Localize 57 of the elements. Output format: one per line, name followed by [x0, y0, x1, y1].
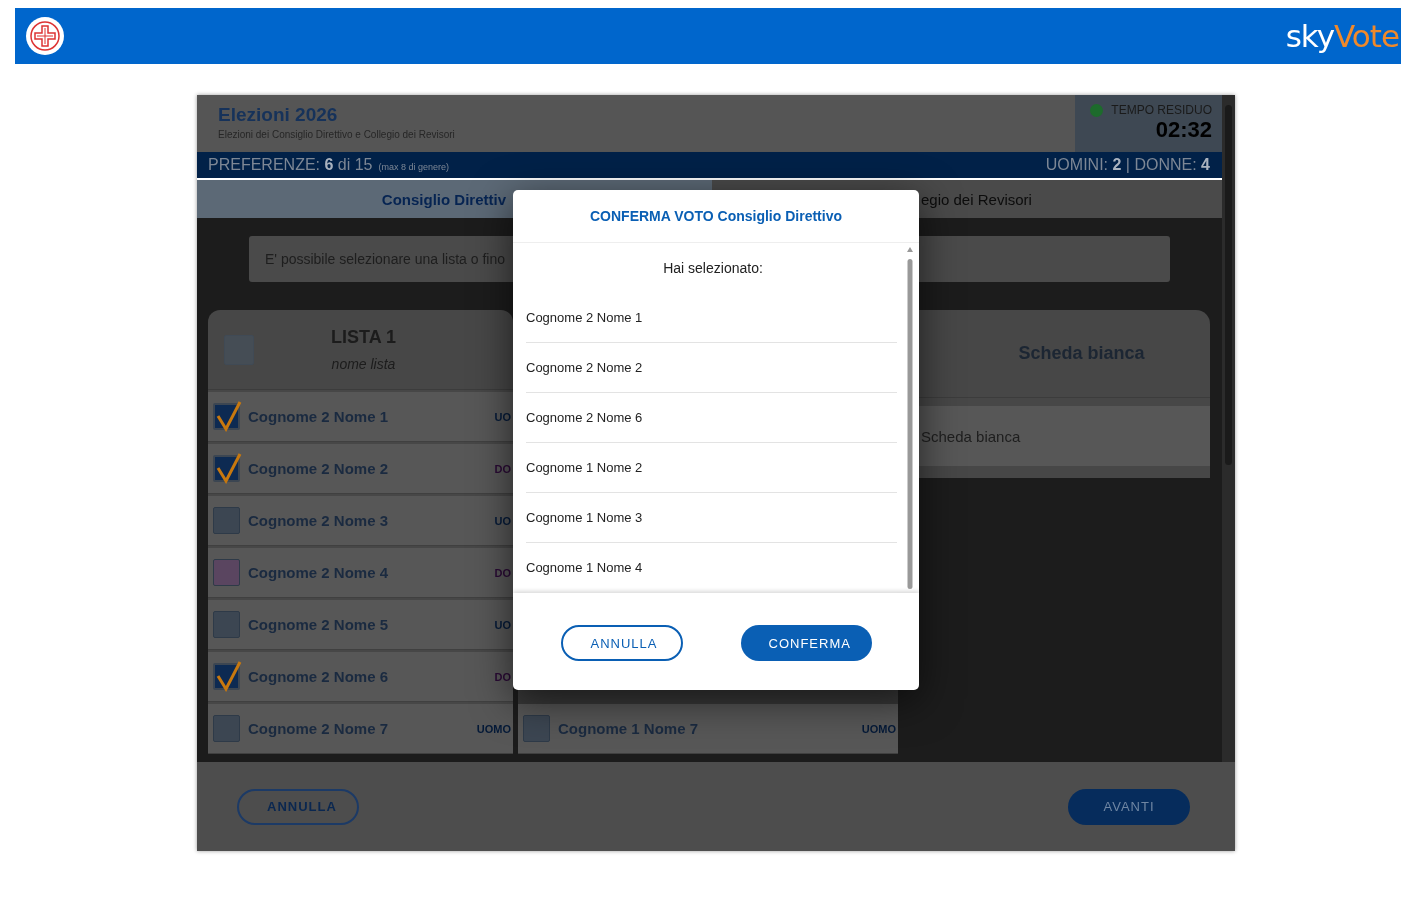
gender-label: UOMO	[861, 722, 896, 735]
emblem-icon	[25, 16, 65, 56]
candidate-row[interactable]: Cognome 2 Nome 5 UO	[208, 600, 513, 650]
candidate-row[interactable]: Cognome 2 Nome 4 DO	[208, 548, 513, 598]
gender-label: DO	[494, 670, 511, 683]
selected-candidate: Cognome 1 Nome 3	[526, 493, 897, 543]
candidate-row[interactable]: Cognome 2 Nome 1 UO	[208, 392, 513, 442]
gender-label: UO	[494, 514, 511, 527]
candidate-row[interactable]: Cognome 1 Nome 7 UOMO	[518, 704, 898, 754]
check-icon	[215, 452, 242, 484]
dialog-title: CONFERMA VOTO Consiglio Direttivo	[513, 190, 919, 243]
candidate-row[interactable]: Cognome 2 Nome 6 DO	[208, 652, 513, 702]
candidate-name: Cognome 2 Nome 5	[248, 616, 390, 633]
check-icon	[215, 400, 242, 432]
candidate-name: Cognome 2 Nome 3	[248, 512, 390, 529]
selected-candidate: Cognome 2 Nome 2	[526, 343, 897, 393]
gender-label: DO	[494, 462, 511, 475]
candidate-row[interactable]: Cognome 2 Nome 7 UOMO	[208, 704, 513, 754]
gender-count: UOMINI: 2 | DONNE: 4	[1045, 156, 1210, 174]
checkbox[interactable]	[213, 507, 240, 534]
timer-label: TEMPO RESIDUO	[1111, 103, 1212, 117]
gender-label: UO	[494, 618, 511, 631]
election-title: Elezioni 2026	[218, 104, 339, 126]
selected-candidate: Cognome 2 Nome 1	[526, 293, 897, 343]
gender-label: DO	[494, 566, 511, 579]
preferences-note: (max 8 di genere)	[378, 162, 450, 172]
candidate-name: Cognome 2 Nome 2	[248, 460, 390, 477]
cancel-button[interactable]: ANNULLA	[237, 788, 359, 825]
selected-candidate: Cognome 1 Nome 2	[526, 443, 897, 493]
candidate-name: Cognome 2 Nome 6	[248, 668, 390, 685]
checkbox[interactable]	[523, 715, 550, 742]
checkbox[interactable]	[213, 455, 240, 482]
candidate-name: Cognome 2 Nome 1	[248, 408, 390, 425]
dialog-intro: Hai selezionato:	[662, 259, 764, 278]
checkbox[interactable]	[213, 611, 240, 638]
selected-candidate: Cognome 2 Nome 6	[526, 393, 897, 443]
checkbox[interactable]	[213, 715, 240, 742]
gender-label: UO	[494, 410, 511, 423]
check-icon	[215, 660, 242, 692]
scrollbar[interactable]	[1222, 95, 1235, 762]
candidate-name: Cognome 1 Nome 7	[558, 720, 700, 737]
candidate-row[interactable]: Cognome 2 Nome 3 UO	[208, 496, 513, 546]
cancel-button[interactable]: ANNULLA	[560, 625, 683, 661]
confirm-button[interactable]: CONFERMA	[740, 625, 872, 661]
app-logo: skyVote	[1285, 18, 1400, 54]
timer-value: 02:32	[1154, 117, 1212, 143]
checkbox[interactable]	[213, 663, 240, 690]
candidate-row[interactable]: Cognome 2 Nome 2 DO	[208, 444, 513, 494]
status-dot	[1090, 103, 1104, 117]
preferences-count: PREFERENZE: 6 di 15	[208, 156, 373, 174]
checkbox[interactable]	[213, 559, 240, 586]
next-button[interactable]: AVANTI	[1068, 788, 1190, 825]
checkbox[interactable]	[213, 403, 240, 430]
candidate-name: Cognome 2 Nome 7	[248, 720, 390, 737]
candidate-name: Cognome 2 Nome 4	[248, 564, 390, 581]
gender-label: UOMO	[476, 722, 511, 735]
selected-candidate: Cognome 1 Nome 4	[526, 543, 897, 593]
